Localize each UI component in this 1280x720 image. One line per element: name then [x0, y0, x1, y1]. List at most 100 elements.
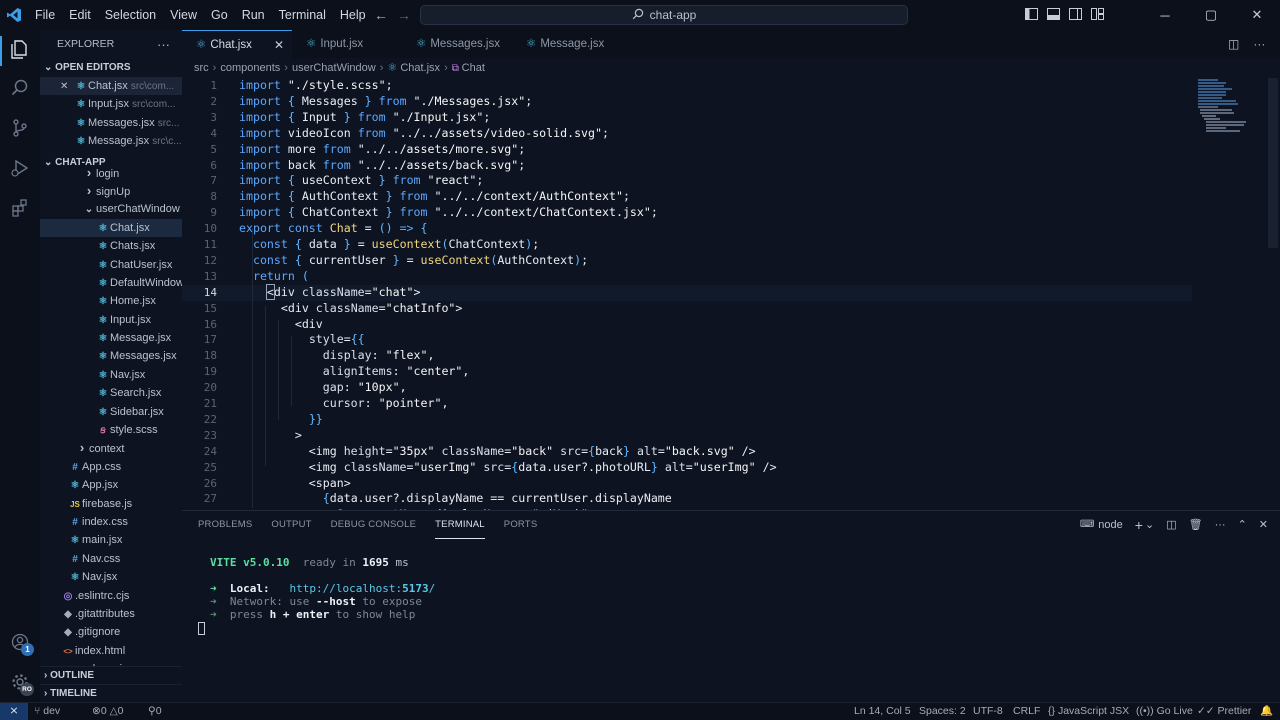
breadcrumb-item[interactable]: components: [220, 62, 280, 74]
menu-item[interactable]: Selection: [98, 0, 163, 30]
tab-message-jsx[interactable]: ⚛ Message.jsx: [512, 30, 622, 58]
timeline-section[interactable]: › TIMELINE: [40, 684, 182, 702]
panel-tab-output[interactable]: OUTPUT: [271, 511, 311, 539]
open-editor-item[interactable]: ⚛ Input.jsx src\com...: [40, 95, 182, 113]
run-debug-icon[interactable]: [8, 158, 32, 182]
file-item[interactable]: ⚛ Nav.jsx: [40, 366, 182, 384]
file-item[interactable]: ⚛ Input.jsx: [40, 311, 182, 329]
terminal-shell-label[interactable]: node: [1098, 511, 1122, 539]
extensions-icon[interactable]: [8, 198, 32, 222]
cursor-position[interactable]: Ln 14, Col 5: [854, 703, 911, 720]
encoding[interactable]: UTF-8: [973, 703, 1003, 720]
breadcrumb-item[interactable]: userChatWindow: [292, 62, 376, 74]
search-icon[interactable]: [8, 78, 32, 102]
toggle-panel-icon[interactable]: [1042, 7, 1064, 23]
local-url[interactable]: http://localhost:5173/: [290, 582, 436, 595]
file-item[interactable]: ◆ .gitignore: [40, 623, 182, 641]
close-icon[interactable]: ✕: [60, 78, 74, 95]
more-actions-icon[interactable]: ···: [1215, 511, 1226, 539]
menu-item[interactable]: View: [163, 0, 204, 30]
file-item[interactable]: ꞩ style.scss: [40, 421, 182, 439]
more-actions-icon[interactable]: ···: [1253, 30, 1265, 58]
breadcrumb-item[interactable]: Chat.jsx: [400, 62, 440, 74]
maximize-icon[interactable]: ▢: [1188, 7, 1234, 23]
file-item[interactable]: JS firebase.js: [40, 495, 182, 513]
toggle-primary-sidebar-icon[interactable]: [1020, 7, 1042, 23]
indentation[interactable]: Spaces: 2: [919, 703, 966, 720]
file-item[interactable]: ⚛ Home.jsx: [40, 292, 182, 310]
maximize-panel-icon[interactable]: ⌃: [1238, 511, 1247, 539]
language-mode[interactable]: {} JavaScript JSX: [1048, 703, 1129, 720]
folder-item[interactable]: › signUp: [40, 182, 182, 200]
code-editor[interactable]: 1 import "./style.scss"; 2 import { Message…: [182, 78, 1280, 510]
close-tab-icon[interactable]: ✕: [274, 31, 284, 59]
chevron-down-icon[interactable]: ⌄: [1145, 511, 1154, 539]
customize-layout-icon[interactable]: [1086, 7, 1108, 23]
file-item[interactable]: # App.css: [40, 458, 182, 476]
terminal-cursor[interactable]: [198, 622, 205, 635]
open-editors-section[interactable]: ⌄ OPEN EDITORS: [40, 58, 182, 77]
menu-item[interactable]: Edit: [62, 0, 98, 30]
new-terminal-icon[interactable]: +: [1135, 511, 1143, 539]
file-item[interactable]: ⚛ Chats.jsx: [40, 237, 182, 255]
problems-item[interactable]: ⊗0 △0: [92, 703, 124, 720]
file-item[interactable]: ⚛ Messages.jsx: [40, 347, 182, 365]
file-item[interactable]: ⚛DefaultWindow.jsx: [40, 274, 182, 292]
branch-item[interactable]: ⑂ dev: [34, 703, 60, 720]
menu-item[interactable]: Go: [204, 0, 235, 30]
file-item[interactable]: ⚛ Message.jsx: [40, 329, 182, 347]
tab-input-jsx[interactable]: ⚛ Input.jsx: [292, 30, 402, 58]
panel-tab-terminal[interactable]: TERMINAL: [435, 511, 485, 539]
file-item[interactable]: ⚛ App.jsx: [40, 476, 182, 494]
file-item[interactable]: # Nav.css: [40, 550, 182, 568]
forward-arrow-icon[interactable]: →: [397, 0, 411, 30]
file-item[interactable]: ⚛ Search.jsx: [40, 384, 182, 402]
source-control-icon[interactable]: [8, 118, 32, 142]
panel-tab-debug-console[interactable]: DEBUG CONSOLE: [331, 511, 416, 539]
explorer-icon[interactable]: [8, 38, 32, 62]
tab-messages-jsx[interactable]: ⚛ Messages.jsx: [402, 30, 512, 58]
breadcrumb-item[interactable]: Chat: [462, 62, 485, 74]
command-center-search[interactable]: chat-app: [420, 5, 908, 25]
file-item[interactable]: ◆ .gitattributes: [40, 605, 182, 623]
folder-item[interactable]: › login: [40, 164, 182, 182]
file-item[interactable]: ⚛ Nav.jsx: [40, 568, 182, 586]
file-item[interactable]: ⚛ ChatUser.jsx: [40, 256, 182, 274]
file-item[interactable]: ⚛ main.jsx: [40, 531, 182, 549]
folder-item[interactable]: › context: [40, 439, 182, 457]
folder-item[interactable]: ⌄ userChatWindow: [40, 200, 182, 218]
notifications-bell-icon[interactable]: 🔔: [1260, 703, 1273, 720]
open-editor-item[interactable]: ✕ ⚛ Chat.jsx src\com...: [40, 77, 182, 96]
prettier-item[interactable]: ✓✓ Prettier: [1197, 703, 1251, 720]
file-item[interactable]: ⚛ Sidebar.jsx: [40, 403, 182, 421]
file-item[interactable]: # index.css: [40, 513, 182, 531]
more-actions-icon[interactable]: ···: [157, 37, 170, 52]
close-window-icon[interactable]: ✕: [1234, 7, 1280, 23]
open-editor-item[interactable]: ⚛ Message.jsx src\c...: [40, 132, 182, 150]
close-panel-icon[interactable]: ✕: [1259, 511, 1268, 539]
file-item[interactable]: ◎ .eslintrc.cjs: [40, 587, 182, 605]
minimap[interactable]: [1196, 78, 1262, 138]
line-ending[interactable]: CRLF: [1013, 703, 1040, 720]
open-editor-item[interactable]: ⚛ Messages.jsx src...: [40, 114, 182, 132]
menu-item[interactable]: Help: [333, 0, 373, 30]
go-live-item[interactable]: ((•)) Go Live: [1136, 703, 1193, 720]
menu-item[interactable]: Terminal: [272, 0, 333, 30]
minimize-icon[interactable]: ─: [1142, 8, 1188, 23]
menu-item[interactable]: File: [28, 0, 62, 30]
outline-section[interactable]: › OUTLINE: [40, 666, 182, 684]
trash-icon[interactable]: 🗑: [1189, 511, 1203, 539]
ports-item[interactable]: ⚲0: [148, 703, 162, 720]
file-item[interactable]: ⚛ Chat.jsx: [40, 218, 182, 238]
toggle-secondary-sidebar-icon[interactable]: [1064, 7, 1086, 23]
menu-item[interactable]: Run: [235, 0, 272, 30]
vertical-scrollbar[interactable]: [1268, 78, 1278, 248]
back-arrow-icon[interactable]: ←: [374, 0, 388, 30]
panel-tab-ports[interactable]: PORTS: [504, 511, 538, 539]
split-editor-icon[interactable]: ◫: [1228, 30, 1239, 58]
breadcrumb-item[interactable]: src: [194, 62, 209, 74]
split-terminal-icon[interactable]: ◫: [1166, 511, 1176, 539]
file-item[interactable]: <> index.html: [40, 642, 182, 660]
tab-chat-jsx[interactable]: ⚛ Chat.jsx ✕: [182, 30, 292, 58]
panel-tab-problems[interactable]: PROBLEMS: [198, 511, 252, 539]
